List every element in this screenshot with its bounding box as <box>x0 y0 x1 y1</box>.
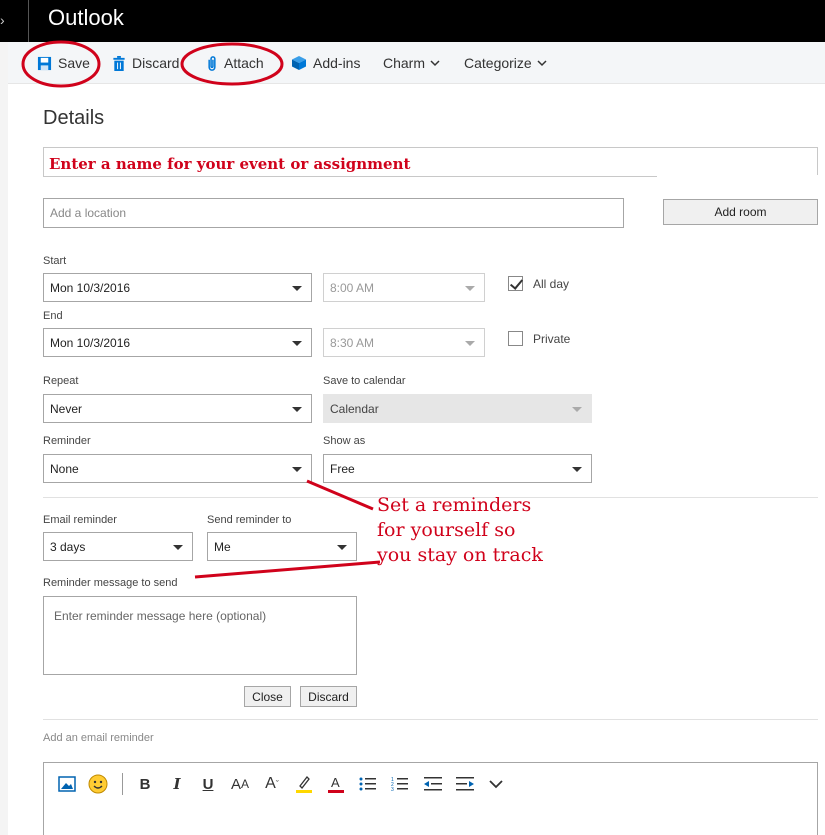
font-size-decrease-icon[interactable]: Aˇ <box>263 773 281 795</box>
reminder-message-textarea[interactable]: Enter reminder message here (optional) <box>43 596 357 675</box>
discard-reminder-button[interactable]: Discard <box>300 686 357 707</box>
repeat-dropdown[interactable]: Never <box>43 394 312 423</box>
send-reminder-to-label: Send reminder to <box>207 514 292 526</box>
section-divider <box>43 719 818 720</box>
svg-text:A: A <box>331 775 340 790</box>
event-name-input[interactable]: Enter a name for your event or assignmen… <box>43 147 819 178</box>
save-to-calendar-label: Save to calendar <box>323 375 406 387</box>
input-border-gap <box>657 175 819 178</box>
annotation-line-3: you stay on track <box>377 544 543 566</box>
start-time-dropdown[interactable]: 8:00 AM <box>323 273 485 302</box>
categorize-label: Categorize <box>464 55 532 71</box>
body-editor[interactable]: B I U AA Aˇ A 123 <box>43 762 818 835</box>
show-as-dropdown[interactable]: Free <box>323 454 592 483</box>
email-reminder-label: Email reminder <box>43 514 117 526</box>
font-color-icon[interactable]: A <box>326 773 346 795</box>
add-email-reminder-link[interactable]: Add an email reminder <box>43 732 154 744</box>
categorize-dropdown[interactable]: Categorize <box>464 42 553 84</box>
reminder-dropdown[interactable]: None <box>43 454 312 483</box>
bullets-icon[interactable] <box>358 773 378 795</box>
all-day-label: All day <box>533 277 570 291</box>
numbering-icon[interactable]: 123 <box>390 773 410 795</box>
highlight-icon[interactable] <box>294 773 314 795</box>
end-time-dropdown[interactable]: 8:30 AM <box>323 328 485 357</box>
more-chevron-icon[interactable] <box>487 773 505 795</box>
event-name-annotation: Enter a name for your event or assignmen… <box>49 155 411 173</box>
start-label: Start <box>43 255 67 267</box>
bold-icon[interactable]: B <box>136 773 154 795</box>
indent-icon[interactable] <box>454 773 476 795</box>
outdent-icon[interactable] <box>422 773 444 795</box>
left-panel-edge <box>0 42 8 835</box>
location-input[interactable]: Add a location <box>43 198 624 228</box>
underline-icon[interactable]: U <box>199 773 217 795</box>
app-title: Outlook <box>48 5 124 30</box>
send-reminder-to-dropdown[interactable]: Me <box>207 532 357 561</box>
back-chevron-icon[interactable]: › <box>0 12 6 28</box>
repeat-label: Repeat <box>43 375 79 387</box>
chevron-down-icon <box>430 59 440 66</box>
annotation-line-1: Set a reminders <box>377 494 532 516</box>
svg-text:3: 3 <box>391 787 394 792</box>
addins-button[interactable]: Add-ins <box>291 42 360 84</box>
annotation-text: Set a reminders for yourself so you stay… <box>377 493 543 568</box>
show-as-label: Show as <box>323 435 366 447</box>
annotation-line-2: for yourself so <box>377 519 516 541</box>
reminder-label: Reminder <box>43 435 91 447</box>
reminder-message-label: Reminder message to send <box>43 577 178 589</box>
image-icon[interactable] <box>57 773 77 795</box>
start-date-dropdown[interactable]: Mon 10/3/2016 <box>43 273 312 302</box>
close-button[interactable]: Close <box>244 686 291 707</box>
charm-dropdown[interactable]: Charm <box>383 42 446 84</box>
addins-label: Add-ins <box>313 55 361 71</box>
emoji-icon[interactable] <box>87 773 109 795</box>
private-label: Private <box>533 332 571 346</box>
italic-icon[interactable]: I <box>168 773 186 795</box>
chevron-down-icon <box>537 59 547 66</box>
toolbar-separator <box>122 773 123 795</box>
private-checkbox[interactable] <box>508 331 523 346</box>
save-to-calendar-dropdown[interactable]: Calendar <box>323 394 592 423</box>
font-size-icon[interactable]: AA <box>228 773 252 795</box>
email-reminder-dropdown[interactable]: 3 days <box>43 532 193 561</box>
all-day-checkbox[interactable] <box>508 276 523 291</box>
add-room-button[interactable]: Add room <box>663 199 818 225</box>
end-label: End <box>43 310 63 322</box>
charm-label: Charm <box>383 55 426 71</box>
annotation-circles <box>21 40 284 88</box>
end-date-dropdown[interactable]: Mon 10/3/2016 <box>43 328 312 357</box>
details-heading: Details <box>43 107 105 129</box>
